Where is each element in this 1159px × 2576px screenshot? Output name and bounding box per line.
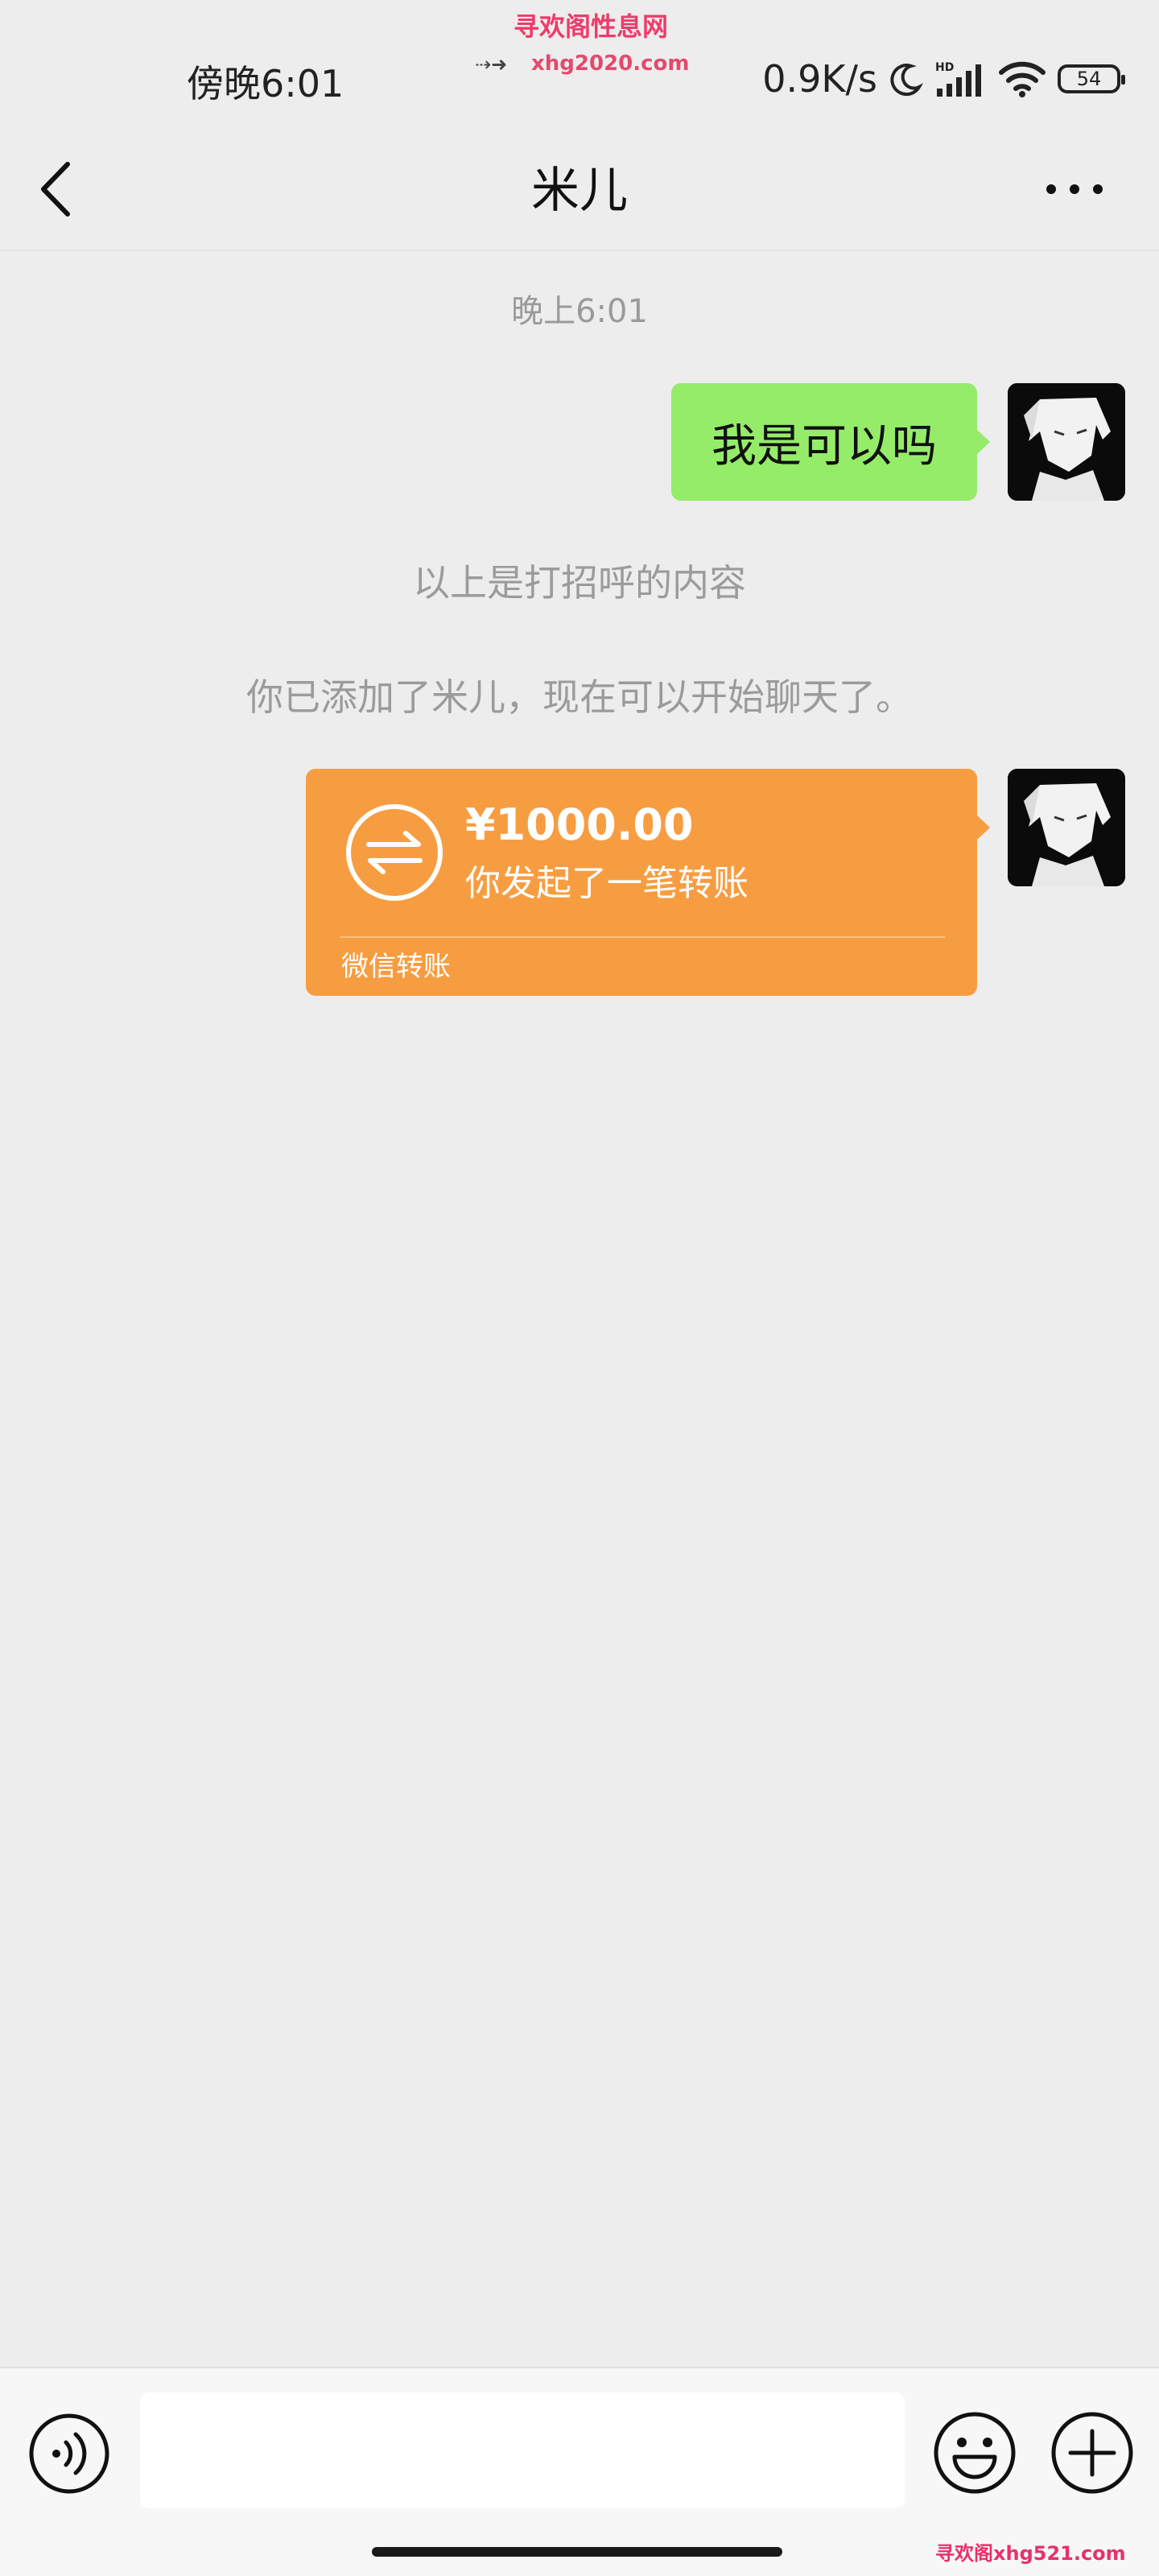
watermark-top: 寻欢阁性息网 ⇢➜ xhg2020.com [475,6,690,79]
watermark-arrow-icon: ⇢➜ [475,53,508,76]
avatar[interactable] [1008,769,1125,886]
nav-bar: 米儿 [0,129,1159,250]
avatar-image [1008,383,1125,501]
status-time: 傍晚6:01 [187,62,344,105]
page-title: 米儿 [531,163,628,219]
watermark-site-name: 寻欢阁性息网 [514,11,669,42]
svg-text:HD: HD [935,61,954,74]
wifi-icon [999,61,1046,97]
transfer-bubble[interactable]: ¥1000.00 你发起了一笔转账 微信转账 [306,769,990,996]
battery-icon: 54 [1058,64,1125,93]
nav-divider [0,250,1159,251]
avatar-image [1008,769,1125,886]
avatar[interactable] [1008,383,1125,501]
transfer-description: 你发起了一笔转账 [465,863,749,904]
transfer-arrows-icon [346,804,443,901]
watermark-bottom: 寻欢阁xhg521.com [935,2542,1126,2565]
sent-message-bubble[interactable]: 我是可以吗 [671,383,990,501]
transfer-divider [340,936,945,938]
transfer-label: 微信转账 [341,951,451,983]
watermark-site-url: xhg2020.com [531,52,690,76]
hd-signal-icon: HD [935,61,981,97]
more-dots-icon[interactable] [1038,165,1111,213]
chat-screen: 寻欢阁性息网 ⇢➜ xhg2020.com 傍晚6:01 0.9K/s HD 5… [0,0,1159,2576]
system-message: 你已添加了米儿，现在可以开始聊天了。 [246,675,913,719]
transfer-amount: ¥1000.00 [465,799,694,850]
battery-level: 54 [1076,68,1102,90]
moon-icon [890,64,924,97]
plus-icon[interactable] [1050,2410,1135,2496]
system-message: 以上是打招呼的内容 [413,561,746,605]
emoji-icon[interactable] [932,2410,1017,2496]
message-timestamp: 晚上6:01 [511,293,648,330]
home-indicator[interactable] [372,2547,782,2557]
network-speed: 0.9K/s [762,57,877,101]
status-indicators: 0.9K/s HD 54 [762,53,1125,105]
voice-icon[interactable] [27,2412,111,2496]
message-input[interactable] [140,2392,905,2508]
